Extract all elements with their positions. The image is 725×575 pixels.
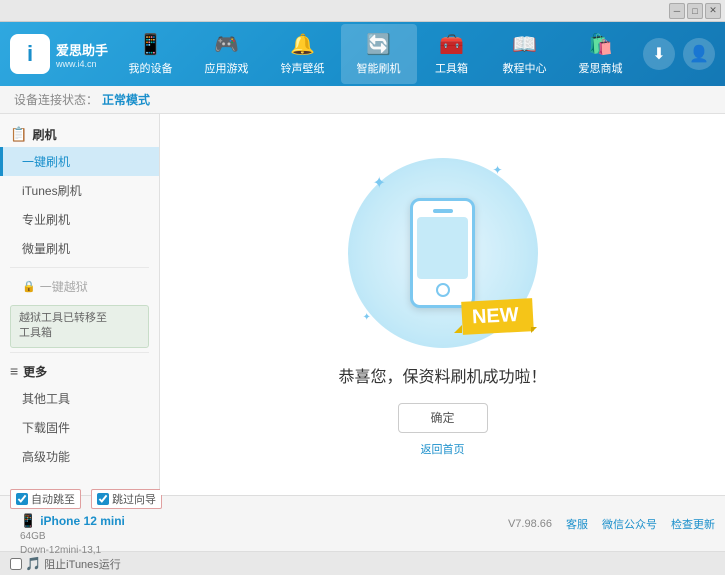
new-badge-text: NEW	[461, 298, 533, 335]
tutorials-icon: 📖	[512, 32, 537, 57]
more-section-icon: ≡	[10, 363, 18, 379]
nav-right-actions: ⬇ 👤	[643, 38, 715, 70]
device-info: 📱 iPhone 12 mini 64GB Down-12mini-13,1	[20, 512, 162, 558]
lock-icon: 🔒	[22, 280, 36, 293]
device-storage: 64GB	[20, 530, 162, 544]
maximize-button[interactable]: □	[687, 3, 703, 19]
app-url: www.i4.cn	[56, 59, 108, 69]
bottom-section: 自动跳至 跳过向导 📱 iPhone 12 mini 64GB Down-12m…	[0, 495, 725, 551]
nav-apps[interactable]: 🎮 应用游戏	[189, 24, 265, 84]
sidebar-jailbreak-note: 越狱工具已转移至工具箱	[10, 305, 149, 348]
nav-smart[interactable]: 🔄 智能刷机	[341, 24, 417, 84]
top-nav: i 爱思助手 www.i4.cn 📱 我的设备 🎮 应用游戏 🔔 铃声壁纸 🔄 …	[0, 22, 725, 86]
logo-text: 爱思助手 www.i4.cn	[56, 40, 108, 69]
version-label: V7.98.66	[508, 518, 552, 530]
ribbon-right	[531, 327, 537, 333]
sparkle-1: ✦	[373, 173, 386, 193]
phone-icon: 📱	[20, 512, 36, 530]
nav-mall-label: 爱思商城	[579, 60, 623, 76]
customer-service-link[interactable]: 客服	[566, 516, 588, 532]
sidebar-divider-2	[10, 352, 149, 353]
nav-device[interactable]: 📱 我的设备	[113, 24, 189, 84]
skip-guide-checkbox-item: 跳过向导	[91, 489, 162, 509]
content-area: ✦ ✦ ✦ NEW 恭喜您，保资料刷机成功啦！ 确定	[160, 114, 725, 495]
bottom-left-panel: 自动跳至 跳过向导 📱 iPhone 12 mini 64GB Down-12m…	[10, 489, 162, 558]
sidebar-item-advanced[interactable]: 高级功能	[0, 442, 159, 471]
sidebar-item-download-fw[interactable]: 下载固件	[0, 413, 159, 442]
success-illustration: ✦ ✦ ✦ NEW	[343, 153, 543, 353]
phone-home-button	[436, 283, 450, 297]
itunes-bar: 🎵 阻止iTunes运行	[0, 551, 725, 575]
smart-icon: 🔄	[366, 32, 391, 57]
flash-section-label: 刷机	[32, 126, 56, 143]
confirm-button[interactable]: 确定	[398, 403, 488, 433]
app-name: 爱思助手	[56, 40, 108, 59]
back-link[interactable]: 返回首页	[421, 441, 465, 457]
flash-section-icon: 📋	[10, 126, 27, 143]
itunes-label: 阻止iTunes运行	[44, 556, 121, 572]
nav-ringtones[interactable]: 🔔 铃声壁纸	[265, 24, 341, 84]
sidebar-item-save-data[interactable]: 微量刷机	[0, 234, 159, 263]
ribbon-left	[454, 325, 462, 333]
nav-smart-label: 智能刷机	[357, 60, 401, 76]
phone-illustration	[410, 198, 475, 308]
sidebar-section-more: ≡ 更多	[0, 357, 159, 384]
toolbox-icon: 🧰	[439, 32, 464, 57]
nav-toolbox-label: 工具箱	[435, 60, 468, 76]
nav-ringtones-label: 铃声壁纸	[281, 60, 325, 76]
nav-apps-label: 应用游戏	[205, 60, 249, 76]
sidebar-section-flash: 📋 刷机	[0, 120, 159, 147]
bottom-right: V7.98.66 客服 微信公众号 检查更新	[508, 516, 715, 532]
itunes-run: 🎵 阻止iTunes运行	[10, 556, 121, 572]
check-update-link[interactable]: 检查更新	[671, 516, 715, 532]
main-area: 📋 刷机 一键刷机 iTunes刷机 专业刷机 微量刷机 🔒 一键越狱 越狱工具…	[0, 114, 725, 495]
skip-guide-checkbox[interactable]	[97, 493, 109, 505]
more-section-label: 更多	[23, 363, 47, 380]
close-button[interactable]: ✕	[705, 3, 721, 19]
sidebar-divider-1	[10, 267, 149, 268]
title-bar: ─ □ ✕	[0, 0, 725, 22]
nav-items: 📱 我的设备 🎮 应用游戏 🔔 铃声壁纸 🔄 智能刷机 🧰 工具箱 📖 教程中心…	[108, 24, 643, 84]
status-value: 正常模式	[102, 91, 150, 108]
sidebar-section-jailbreak: 🔒 一键越狱	[0, 272, 159, 301]
phone-screen	[417, 217, 468, 279]
minimize-button[interactable]: ─	[669, 3, 685, 19]
sidebar-item-one-click[interactable]: 一键刷机	[0, 147, 159, 176]
logo-area: i 爱思助手 www.i4.cn	[10, 34, 108, 74]
success-title: 恭喜您，保资料刷机成功啦！	[338, 363, 546, 387]
sparkle-2: ✦	[492, 163, 502, 177]
apps-icon: 🎮	[214, 32, 239, 57]
nav-toolbox[interactable]: 🧰 工具箱	[417, 24, 487, 84]
download-button[interactable]: ⬇	[643, 38, 675, 70]
ringtones-icon: 🔔	[290, 32, 315, 57]
sparkle-3: ✦	[363, 312, 371, 323]
auto-jump-checkbox[interactable]	[16, 493, 28, 505]
logo-icon: i	[10, 34, 50, 74]
new-badge-wrapper: NEW	[462, 300, 533, 333]
nav-tutorials[interactable]: 📖 教程中心	[487, 24, 563, 84]
nav-device-label: 我的设备	[129, 60, 173, 76]
itunes-icon: 🎵	[25, 556, 41, 572]
new-badge-container: NEW	[462, 300, 533, 333]
jailbreak-label: 一键越狱	[40, 278, 88, 295]
user-button[interactable]: 👤	[683, 38, 715, 70]
skip-guide-label: 跳过向导	[112, 491, 156, 507]
status-bar: 设备连接状态： 正常模式	[0, 86, 725, 114]
bottom-checkboxes: 自动跳至 跳过向导	[10, 489, 162, 509]
sidebar-item-pro[interactable]: 专业刷机	[0, 205, 159, 234]
device-name: iPhone 12 mini	[40, 513, 125, 530]
sidebar-item-other-tools[interactable]: 其他工具	[0, 384, 159, 413]
itunes-checkbox[interactable]	[10, 558, 22, 570]
sidebar: 📋 刷机 一键刷机 iTunes刷机 专业刷机 微量刷机 🔒 一键越狱 越狱工具…	[0, 114, 160, 495]
sidebar-item-itunes[interactable]: iTunes刷机	[0, 176, 159, 205]
wechat-link[interactable]: 微信公众号	[602, 516, 657, 532]
device-icon: 📱	[138, 32, 163, 57]
auto-jump-checkbox-item: 自动跳至	[10, 489, 81, 509]
status-label: 设备连接状态：	[14, 91, 98, 108]
nav-mall[interactable]: 🛍️ 爱思商城	[563, 24, 639, 84]
phone-speaker	[433, 209, 453, 213]
mall-icon: 🛍️	[588, 32, 613, 57]
auto-jump-label: 自动跳至	[31, 491, 75, 507]
nav-tutorials-label: 教程中心	[503, 60, 547, 76]
